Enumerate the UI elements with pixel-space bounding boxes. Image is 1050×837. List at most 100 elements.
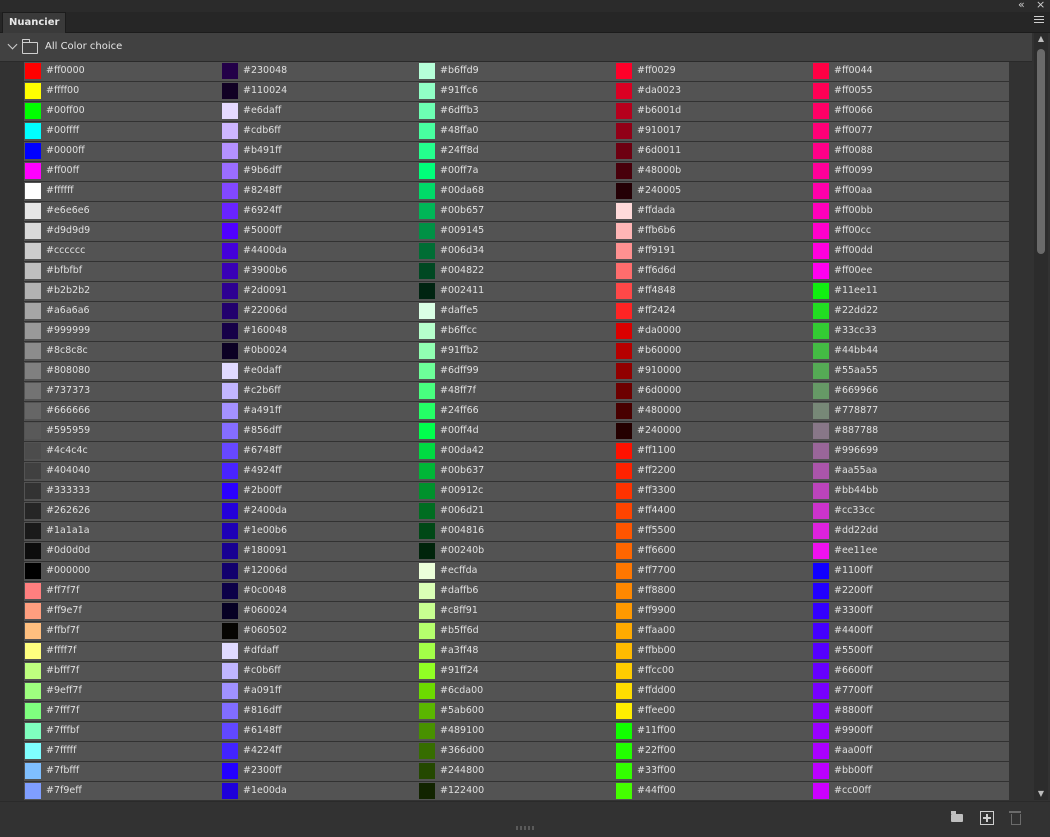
swatch-item[interactable]: #9900ff bbox=[812, 722, 1009, 741]
swatch-item[interactable]: #669966 bbox=[812, 382, 1009, 401]
swatch-item[interactable]: #ff00cc bbox=[812, 222, 1009, 241]
swatch-item[interactable]: #2300ff bbox=[221, 762, 418, 781]
swatch-item[interactable]: #cc00ff bbox=[812, 782, 1009, 800]
swatch-item[interactable]: #ecffda bbox=[418, 562, 615, 581]
swatch-item[interactable]: #ff9900 bbox=[615, 602, 812, 621]
swatch-item[interactable]: #44bb44 bbox=[812, 342, 1009, 361]
swatch-item[interactable]: #ff0044 bbox=[812, 62, 1009, 81]
swatch-item[interactable]: #2400da bbox=[221, 502, 418, 521]
swatch-item[interactable]: #480000 bbox=[615, 402, 812, 421]
swatch-item[interactable]: #1100ff bbox=[812, 562, 1009, 581]
swatch-item[interactable]: #7700ff bbox=[812, 682, 1009, 701]
swatch-item[interactable]: #b6ffd9 bbox=[418, 62, 615, 81]
swatch-item[interactable]: #00240b bbox=[418, 542, 615, 561]
swatch-item[interactable]: #b5ff6d bbox=[418, 622, 615, 641]
swatch-item[interactable]: #00b657 bbox=[418, 202, 615, 221]
swatch-item[interactable]: #ff0099 bbox=[812, 162, 1009, 181]
swatch-item[interactable]: #5ab600 bbox=[418, 702, 615, 721]
swatch-item[interactable]: #ffdada bbox=[615, 202, 812, 221]
swatch-item[interactable]: #7fffbf bbox=[24, 722, 221, 741]
swatch-item[interactable]: #e6daff bbox=[221, 102, 418, 121]
swatch-item[interactable]: #489100 bbox=[418, 722, 615, 741]
swatch-item[interactable]: #aa00ff bbox=[812, 742, 1009, 761]
swatch-item[interactable]: #6748ff bbox=[221, 442, 418, 461]
swatch-item[interactable]: #ff6600 bbox=[615, 542, 812, 561]
swatch-item[interactable]: #009145 bbox=[418, 222, 615, 241]
swatch-item[interactable]: #006d34 bbox=[418, 242, 615, 261]
swatch-item[interactable]: #0c0048 bbox=[221, 582, 418, 601]
swatch-item[interactable]: #2b00ff bbox=[221, 482, 418, 501]
swatch-item[interactable]: #da0023 bbox=[615, 82, 812, 101]
swatch-item[interactable]: #6dff99 bbox=[418, 362, 615, 381]
swatch-item[interactable]: #aa55aa bbox=[812, 462, 1009, 481]
trash-icon[interactable] bbox=[1009, 811, 1023, 825]
swatch-item[interactable]: #bb00ff bbox=[812, 762, 1009, 781]
swatch-item[interactable]: #8248ff bbox=[221, 182, 418, 201]
swatch-item[interactable]: #cccccc bbox=[24, 242, 221, 261]
swatch-item[interactable]: #000000 bbox=[24, 562, 221, 581]
swatch-item[interactable]: #b6ffcc bbox=[418, 322, 615, 341]
swatch-item[interactable]: #91ffc6 bbox=[418, 82, 615, 101]
swatch-item[interactable]: #c0b6ff bbox=[221, 662, 418, 681]
swatch-item[interactable]: #ff00bb bbox=[812, 202, 1009, 221]
swatch-group-header[interactable]: All Color choice bbox=[0, 33, 1032, 62]
swatch-item[interactable]: #8800ff bbox=[812, 702, 1009, 721]
swatch-item[interactable]: #0b0024 bbox=[221, 342, 418, 361]
swatch-item[interactable]: #daffb6 bbox=[418, 582, 615, 601]
swatch-item[interactable]: #002411 bbox=[418, 282, 615, 301]
swatch-item[interactable]: #ffb6b6 bbox=[615, 222, 812, 241]
swatch-item[interactable]: #b2b2b2 bbox=[24, 282, 221, 301]
swatch-item[interactable]: #6924ff bbox=[221, 202, 418, 221]
swatch-item[interactable]: #4224ff bbox=[221, 742, 418, 761]
swatch-item[interactable]: #ff9191 bbox=[615, 242, 812, 261]
swatch-item[interactable]: #110024 bbox=[221, 82, 418, 101]
swatch-item[interactable]: #808080 bbox=[24, 362, 221, 381]
swatch-item[interactable]: #ff2200 bbox=[615, 462, 812, 481]
swatch-item[interactable]: #ff0029 bbox=[615, 62, 812, 81]
swatch-item[interactable]: #ff00ee bbox=[812, 262, 1009, 281]
swatch-item[interactable]: #dd22dd bbox=[812, 522, 1009, 541]
swatch-item[interactable]: #ff00dd bbox=[812, 242, 1009, 261]
swatch-item[interactable]: #778877 bbox=[812, 402, 1009, 421]
new-group-icon[interactable] bbox=[951, 811, 965, 823]
scroll-down-arrow-icon[interactable]: ▼ bbox=[1034, 788, 1048, 800]
swatch-item[interactable]: #11ff00 bbox=[615, 722, 812, 741]
swatch-item[interactable]: #333333 bbox=[24, 482, 221, 501]
swatch-item[interactable]: #887788 bbox=[812, 422, 1009, 441]
swatch-item[interactable]: #856dff bbox=[221, 422, 418, 441]
swatch-item[interactable]: #ff0055 bbox=[812, 82, 1009, 101]
swatch-item[interactable]: #91ffb2 bbox=[418, 342, 615, 361]
swatch-item[interactable]: #ff0000 bbox=[24, 62, 221, 81]
swatch-item[interactable]: #ff8800 bbox=[615, 582, 812, 601]
swatch-item[interactable]: #7fff7f bbox=[24, 702, 221, 721]
swatch-item[interactable]: #8c8c8c bbox=[24, 342, 221, 361]
swatch-item[interactable]: #996699 bbox=[812, 442, 1009, 461]
new-swatch-icon[interactable] bbox=[980, 811, 994, 825]
swatch-item[interactable]: #a3ff48 bbox=[418, 642, 615, 661]
swatch-item[interactable]: #22006d bbox=[221, 302, 418, 321]
swatch-item[interactable]: #6600ff bbox=[812, 662, 1009, 681]
swatch-item[interactable]: #ffbf7f bbox=[24, 622, 221, 641]
swatch-item[interactable]: #00da42 bbox=[418, 442, 615, 461]
swatch-item[interactable]: #6d0000 bbox=[615, 382, 812, 401]
swatch-item[interactable]: #0d0d0d bbox=[24, 542, 221, 561]
swatch-item[interactable]: #ff3300 bbox=[615, 482, 812, 501]
swatch-item[interactable]: #d9d9d9 bbox=[24, 222, 221, 241]
collapse-panel-icon[interactable]: « bbox=[1018, 0, 1025, 12]
swatch-item[interactable]: #060024 bbox=[221, 602, 418, 621]
swatch-item[interactable]: #7fffff bbox=[24, 742, 221, 761]
swatch-item[interactable]: #4c4c4c bbox=[24, 442, 221, 461]
chevron-down-icon[interactable] bbox=[7, 39, 18, 50]
swatch-item[interactable]: #00da68 bbox=[418, 182, 615, 201]
swatch-item[interactable]: #bfbfbf bbox=[24, 262, 221, 281]
swatch-item[interactable]: #bfff7f bbox=[24, 662, 221, 681]
swatch-item[interactable]: #48000b bbox=[615, 162, 812, 181]
swatch-item[interactable]: #6cda00 bbox=[418, 682, 615, 701]
swatch-item[interactable]: #816dff bbox=[221, 702, 418, 721]
scroll-thumb[interactable] bbox=[1037, 49, 1045, 254]
swatch-item[interactable]: #666666 bbox=[24, 402, 221, 421]
swatch-item[interactable]: #737373 bbox=[24, 382, 221, 401]
swatch-item[interactable]: #a6a6a6 bbox=[24, 302, 221, 321]
swatch-item[interactable]: #22dd22 bbox=[812, 302, 1009, 321]
scroll-up-arrow-icon[interactable]: ▲ bbox=[1034, 33, 1048, 45]
